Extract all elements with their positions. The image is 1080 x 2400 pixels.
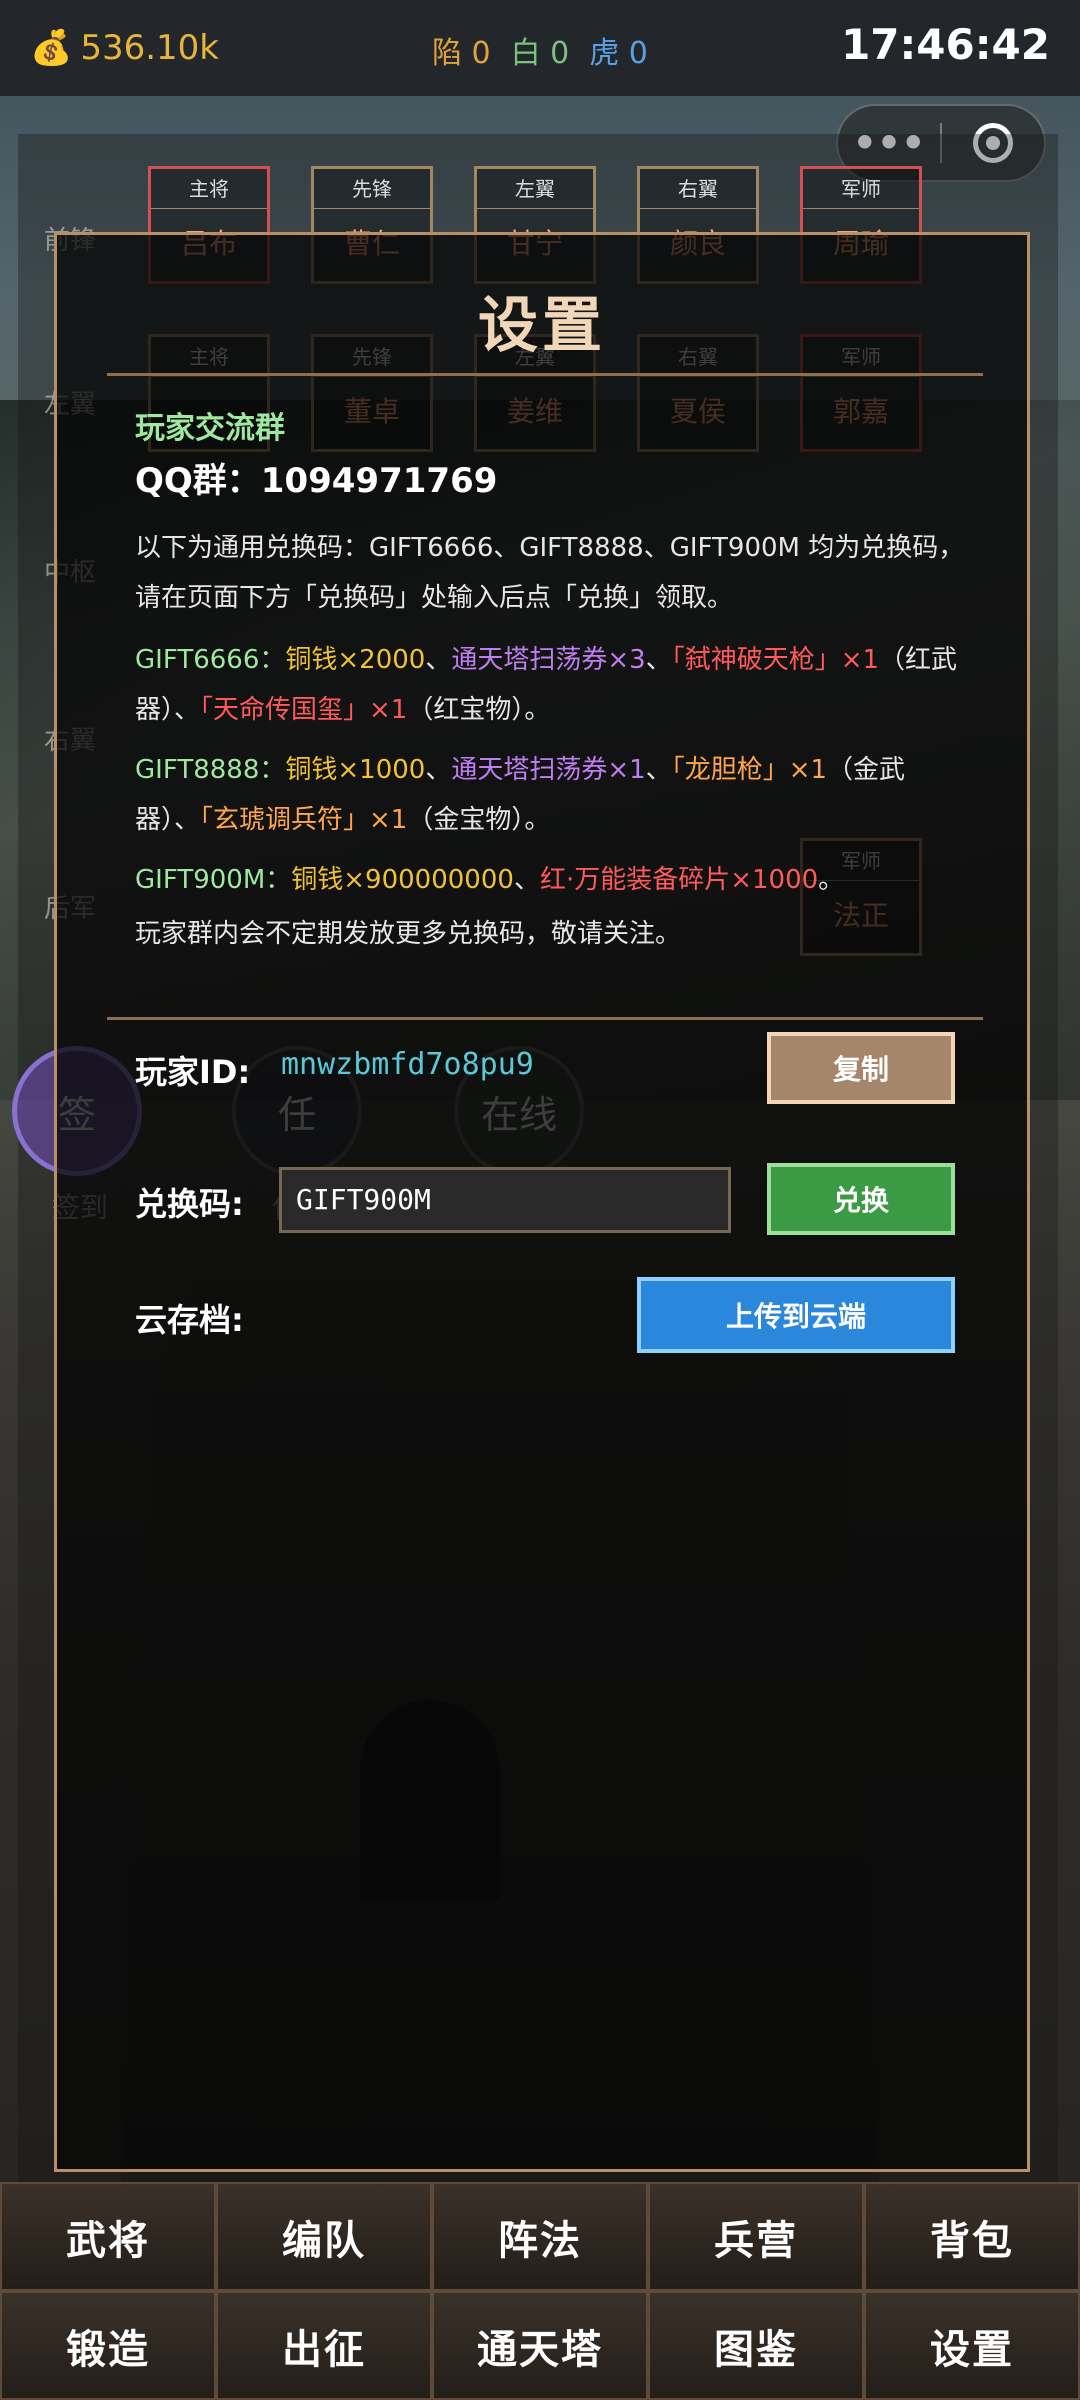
gift2-weapon: 「龙胆枪」×1 — [671, 755, 828, 785]
coin-amount: 536.10k — [80, 28, 219, 68]
counter-xian: 陷 0 — [432, 36, 491, 71]
clock: 17:46:42 — [841, 20, 1050, 69]
gift1-sep2: 、 — [645, 645, 672, 675]
player-id-label: 玩家ID: — [135, 1053, 251, 1091]
gift3-end: 。 — [818, 865, 845, 895]
redeem-intro: 以下为通用兑换码：GIFT6666、GIFT8888、GIFT900M 均为兑换… — [135, 533, 965, 613]
counter-bai: 白 0 — [510, 36, 570, 71]
gift2-sep2: 、 — [645, 755, 672, 785]
gift3-sep1: 、 — [513, 865, 540, 895]
dialog-title: 设置 — [478, 291, 606, 361]
cloud-save-label: 云存档: — [135, 1301, 244, 1339]
gift1-treasure: 「天命传国玺」×1 — [200, 695, 408, 725]
slot-position: 先锋 — [314, 169, 430, 209]
slot-position: 主将 — [151, 169, 267, 209]
nav-barracks[interactable]: 兵营 — [648, 2182, 864, 2291]
gift-code-2: GIFT8888：铜钱×1000、通天塔扫荡券×1、「龙胆枪」×1（金武器）、「… — [135, 745, 965, 845]
gift-code-1: GIFT6666：铜钱×2000、通天塔扫荡券×3、「弑神破天枪」×1（红武器）… — [135, 635, 965, 735]
gift1-sep1: 、 — [425, 645, 452, 675]
gift2-coin: 铜钱×1000 — [285, 755, 426, 785]
nav-backpack[interactable]: 背包 — [864, 2182, 1080, 2291]
nav-formation[interactable]: 阵法 — [432, 2182, 648, 2291]
gift2-code: GIFT8888： — [135, 755, 286, 785]
gift2-ticket: 通天塔扫荡券×1 — [451, 755, 646, 785]
settings-dialog: 设置 玩家交流群 QQ群：1094971769 以下为通用兑换码：GIFT666… — [54, 232, 1030, 2172]
gift2-sep1: 、 — [425, 755, 452, 785]
redeem-button[interactable]: 兑换 — [767, 1163, 955, 1235]
gift2-treasure: 「玄琥调兵符」×1 — [200, 805, 408, 835]
redeem-code-label: 兑换码: — [135, 1185, 244, 1223]
nav-expedition[interactable]: 出征 — [216, 2291, 432, 2400]
gift2-note2: （金宝物）。 — [407, 805, 551, 835]
bottom-nav: 武将 编队 阵法 兵营 背包 锻造 出征 通天塔 图鉴 设置 — [0, 2182, 1080, 2400]
money-bag-icon: 💰 — [30, 28, 73, 68]
coin-balance: 💰 536.10k — [30, 28, 219, 68]
gift3-coin: 铜钱×900000000 — [291, 865, 514, 895]
redeem-code-input[interactable]: GIFT900M — [279, 1167, 731, 1233]
copy-button[interactable]: 复制 — [767, 1032, 955, 1104]
gift1-coin: 铜钱×2000 — [285, 645, 426, 675]
slot-position: 右翼 — [640, 169, 756, 209]
nav-codex[interactable]: 图鉴 — [648, 2291, 864, 2400]
title-divider — [107, 373, 983, 376]
section-divider — [107, 1017, 983, 1020]
gift-code-3: GIFT900M：铜钱×900000000、红·万能装备碎片×1000。 — [135, 855, 965, 905]
nav-generals[interactable]: 武将 — [0, 2182, 216, 2291]
nav-tower[interactable]: 通天塔 — [432, 2291, 648, 2400]
gift3-code: GIFT900M： — [135, 865, 292, 895]
nav-settings[interactable]: 设置 — [864, 2291, 1080, 2400]
nav-lineup[interactable]: 编队 — [216, 2182, 432, 2291]
counter-hu: 虎 0 — [589, 36, 648, 71]
gift3-shards: 红·万能装备碎片×1000 — [539, 865, 819, 895]
resource-counters: 陷 0 白 0 虎 0 — [432, 28, 648, 72]
player-id-value: mnwzbmfd7o8pu9 — [281, 1047, 534, 1082]
slot-position: 军师 — [803, 169, 919, 209]
qq-group-number: QQ群：1094971769 — [135, 461, 498, 501]
nav-forge[interactable]: 锻造 — [0, 2291, 216, 2400]
upload-cloud-button[interactable]: 上传到云端 — [637, 1277, 955, 1353]
slot-position: 左翼 — [477, 169, 593, 209]
gift1-code: GIFT6666： — [135, 645, 286, 675]
group-title: 玩家交流群 — [135, 411, 285, 446]
gift1-weapon: 「弑神破天枪」×1 — [671, 645, 880, 675]
redeem-outro: 玩家群内会不定期发放更多兑换码，敬请关注。 — [135, 919, 682, 949]
gift1-note2: （红宝物）。 — [407, 695, 551, 725]
status-bar: 💰 536.10k 陷 0 白 0 虎 0 17:46:42 — [0, 0, 1080, 96]
gift1-ticket: 通天塔扫荡券×3 — [451, 645, 646, 675]
